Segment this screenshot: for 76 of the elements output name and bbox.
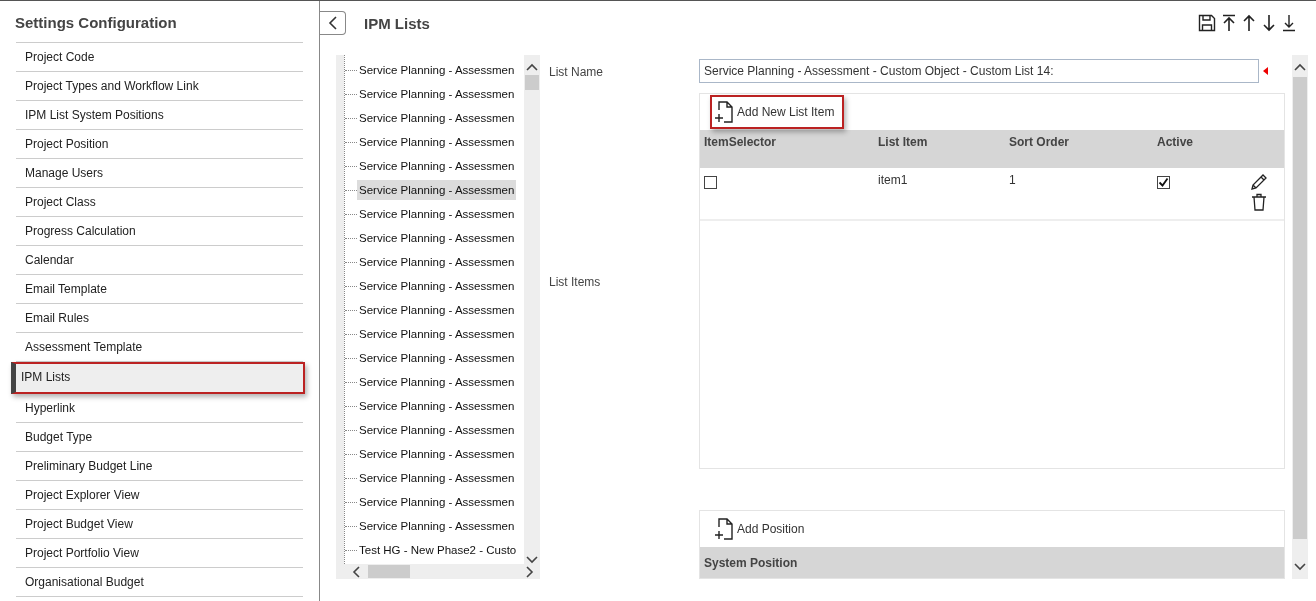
tree-item[interactable]: Service Planning - Assessmen bbox=[357, 180, 517, 200]
sidebar-item[interactable]: Project Portfolio View bbox=[16, 539, 303, 568]
vertical-scrollbar[interactable] bbox=[1292, 55, 1308, 579]
tree-item[interactable]: Service Planning - Assessmen bbox=[357, 372, 517, 392]
sidebar-item[interactable]: Manage Users bbox=[16, 159, 303, 188]
chevron-left-icon bbox=[327, 15, 338, 31]
tree-item[interactable]: Service Planning - Assessmen bbox=[357, 204, 517, 224]
tree-item[interactable]: Service Planning - Assessmen bbox=[357, 60, 517, 80]
move-to-bottom-icon[interactable] bbox=[1282, 14, 1296, 32]
tree-item[interactable]: Service Planning - Assessmen bbox=[357, 444, 517, 464]
checkbox[interactable] bbox=[1157, 176, 1170, 189]
tree-item[interactable]: Service Planning - Assessmen bbox=[357, 492, 517, 512]
tree-item[interactable]: Service Planning - Assessmen bbox=[357, 396, 517, 416]
sidebar-item[interactable]: Project Position bbox=[16, 130, 303, 159]
tree-item[interactable]: Service Planning - Assessmen bbox=[357, 324, 517, 344]
column-header: Active bbox=[1157, 134, 1195, 151]
sidebar-item[interactable]: IPM Lists bbox=[11, 362, 305, 394]
scroll-thumb[interactable] bbox=[1293, 77, 1307, 539]
column-header: List Item bbox=[878, 134, 929, 151]
tree-item[interactable]: Service Planning - Assessmen bbox=[357, 132, 517, 152]
tree-item[interactable]: Service Planning - Assessmen bbox=[357, 468, 517, 488]
scroll-left-icon[interactable] bbox=[352, 565, 360, 578]
tree-item[interactable]: Service Planning - Assessmen bbox=[357, 420, 517, 440]
sidebar-item[interactable]: Budget Type bbox=[16, 423, 303, 452]
tree-item[interactable]: Service Planning - Assessmen bbox=[357, 108, 517, 128]
tree-item[interactable]: Service Planning - Assessmen bbox=[357, 156, 517, 176]
column-header: Sort Order bbox=[1009, 134, 1070, 151]
scroll-down-icon[interactable] bbox=[526, 556, 538, 564]
table-cell-text: 1 bbox=[1009, 172, 1017, 189]
sidebar-item[interactable]: Project Code bbox=[16, 43, 303, 72]
scroll-down-icon[interactable] bbox=[1294, 563, 1306, 571]
tree-item[interactable]: Service Planning - Assessmen bbox=[357, 228, 517, 248]
back-button[interactable] bbox=[320, 11, 346, 35]
field-label: List Name bbox=[549, 65, 605, 79]
move-to-top-icon[interactable] bbox=[1222, 14, 1236, 32]
sidebar-item[interactable]: Email Rules bbox=[16, 304, 303, 333]
checkbox[interactable] bbox=[704, 176, 717, 189]
sidebar-item[interactable]: Hyperlink bbox=[16, 394, 303, 423]
required-marker-icon bbox=[1263, 67, 1268, 75]
sidebar-title: Settings Configuration bbox=[14, 13, 178, 33]
sidebar-item[interactable]: Project Budget View bbox=[16, 510, 303, 539]
delete-icon[interactable] bbox=[1251, 193, 1267, 211]
sidebar-item[interactable]: Project Class bbox=[16, 188, 303, 217]
sidebar-item[interactable]: Calendar bbox=[16, 246, 303, 275]
add-new-list-item-button[interactable]: Add New List Item bbox=[710, 95, 845, 129]
tree-item[interactable]: Service Planning - Assessmen bbox=[357, 348, 517, 368]
sidebar-item[interactable]: Project Types and Workflow Link bbox=[16, 72, 303, 101]
scroll-up-icon[interactable] bbox=[1294, 63, 1306, 71]
tree-item[interactable]: Service Planning - Assessmen bbox=[357, 252, 517, 272]
sidebar-item[interactable]: Project Explorer View bbox=[16, 481, 303, 510]
table-cell-text: item1 bbox=[878, 172, 909, 189]
field-label: List Items bbox=[549, 275, 602, 289]
scroll-right-icon[interactable] bbox=[526, 565, 534, 578]
column-header: System Position bbox=[704, 555, 798, 570]
list-name-field[interactable]: Service Planning - Assessment - Custom Object - Custom List 14: bbox=[699, 59, 1259, 83]
sidebar-item[interactable]: Email Template bbox=[16, 275, 303, 304]
add-file-icon bbox=[714, 518, 734, 540]
scroll-up-icon[interactable] bbox=[526, 63, 538, 71]
scroll-thumb[interactable] bbox=[525, 75, 539, 90]
sidebar-item[interactable]: Progress Calculation bbox=[16, 217, 303, 246]
edit-icon[interactable] bbox=[1250, 173, 1268, 191]
sidebar-item[interactable]: Preliminary Budget Line bbox=[16, 452, 303, 481]
tree-item[interactable]: Service Planning - Assessmen bbox=[357, 516, 517, 536]
page-title: IPM Lists bbox=[364, 14, 430, 32]
column-header: ItemSelector bbox=[704, 134, 778, 151]
tree-item[interactable]: Service Planning - Assessmen bbox=[357, 84, 517, 104]
sidebar-item[interactable]: IPM List System Positions bbox=[16, 101, 303, 130]
arrow-up-icon[interactable] bbox=[1242, 14, 1256, 32]
save-icon[interactable] bbox=[1198, 14, 1216, 32]
tree-item[interactable]: Service Planning - Assessmen bbox=[357, 276, 517, 296]
arrow-down-icon[interactable] bbox=[1262, 14, 1276, 32]
scroll-thumb[interactable] bbox=[368, 565, 410, 578]
tree-item[interactable]: Test HG - New Phase2 - Custo bbox=[357, 540, 519, 560]
sidebar-item[interactable]: Organisational Budget bbox=[16, 568, 303, 597]
add-file-icon bbox=[714, 101, 734, 123]
tree-item[interactable]: Service Planning - Assessmen bbox=[357, 300, 517, 320]
